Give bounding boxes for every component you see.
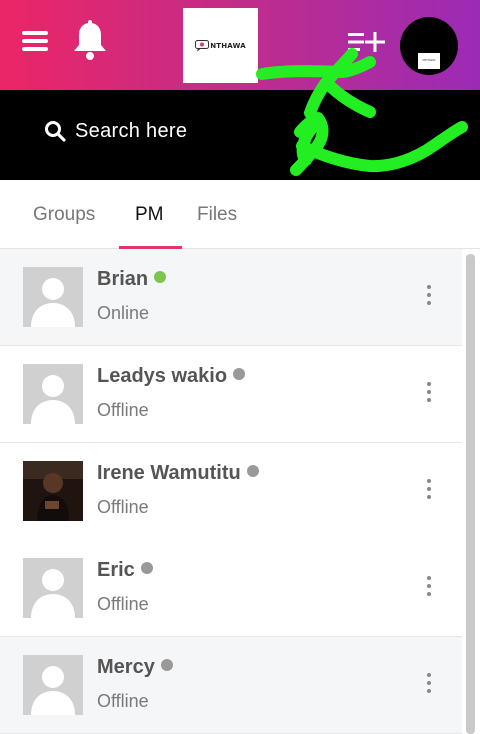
contact-status: Offline bbox=[97, 400, 149, 420]
contact-list: Brian Online Leadys wakio Offline Irene … bbox=[0, 249, 462, 734]
bell-icon[interactable] bbox=[70, 20, 110, 62]
conversation-tabs: Groups PM Files bbox=[0, 180, 480, 249]
menu-icon[interactable] bbox=[22, 29, 50, 53]
online-indicator-icon bbox=[154, 271, 167, 283]
list-item-leadys-wakio[interactable]: Leadys wakio Offline bbox=[0, 346, 462, 443]
avatar-photo bbox=[23, 461, 83, 521]
avatar-placeholder-icon bbox=[23, 655, 83, 715]
list-item-eric[interactable]: Eric Offline bbox=[0, 540, 462, 637]
avatar-placeholder-icon bbox=[23, 558, 83, 618]
app-logo[interactable]: NTHAWA bbox=[183, 8, 258, 83]
offline-indicator-icon bbox=[160, 659, 173, 671]
contact-status: Offline bbox=[97, 691, 149, 711]
contact-status: Offline bbox=[97, 594, 149, 614]
tab-files[interactable]: Files bbox=[197, 180, 237, 249]
scrollbar-thumb[interactable] bbox=[466, 254, 475, 734]
contact-name: Eric bbox=[97, 559, 153, 582]
list-item-brian[interactable]: Brian Online bbox=[0, 249, 462, 346]
contact-name: Mercy bbox=[97, 656, 173, 679]
tab-groups[interactable]: Groups bbox=[33, 180, 95, 249]
contact-name: Irene Wamutitu bbox=[97, 462, 259, 485]
contact-name: Brian bbox=[97, 268, 167, 291]
more-options-icon[interactable] bbox=[422, 479, 436, 503]
more-options-icon[interactable] bbox=[422, 673, 436, 697]
tab-pm[interactable]: PM bbox=[135, 180, 164, 249]
avatar-logo: NTHAWA bbox=[418, 53, 440, 69]
search-input[interactable] bbox=[75, 114, 375, 148]
avatar-placeholder-icon bbox=[23, 364, 83, 424]
search-icon bbox=[45, 121, 66, 142]
user-avatar[interactable]: NTHAWA bbox=[400, 17, 458, 75]
offline-indicator-icon bbox=[246, 465, 259, 477]
contact-name: Leadys wakio bbox=[97, 365, 246, 388]
contact-status: Offline bbox=[97, 497, 149, 517]
list-item-mercy[interactable]: Mercy Offline bbox=[0, 637, 462, 734]
avatar-placeholder-icon bbox=[23, 267, 83, 327]
list-item-irene-wamutitu[interactable]: Irene Wamutitu Offline bbox=[0, 443, 462, 540]
more-options-icon[interactable] bbox=[422, 285, 436, 309]
app-header: NTHAWA NTHAWA bbox=[0, 0, 480, 90]
more-options-icon[interactable] bbox=[422, 576, 436, 600]
chat-bubble-icon bbox=[195, 39, 210, 51]
offline-indicator-icon bbox=[140, 562, 153, 574]
logo-text: NTHAWA bbox=[210, 41, 246, 50]
new-conversation-icon[interactable] bbox=[346, 30, 386, 54]
contact-status: Online bbox=[97, 303, 150, 323]
more-options-icon[interactable] bbox=[422, 382, 436, 406]
offline-indicator-icon bbox=[233, 368, 246, 380]
